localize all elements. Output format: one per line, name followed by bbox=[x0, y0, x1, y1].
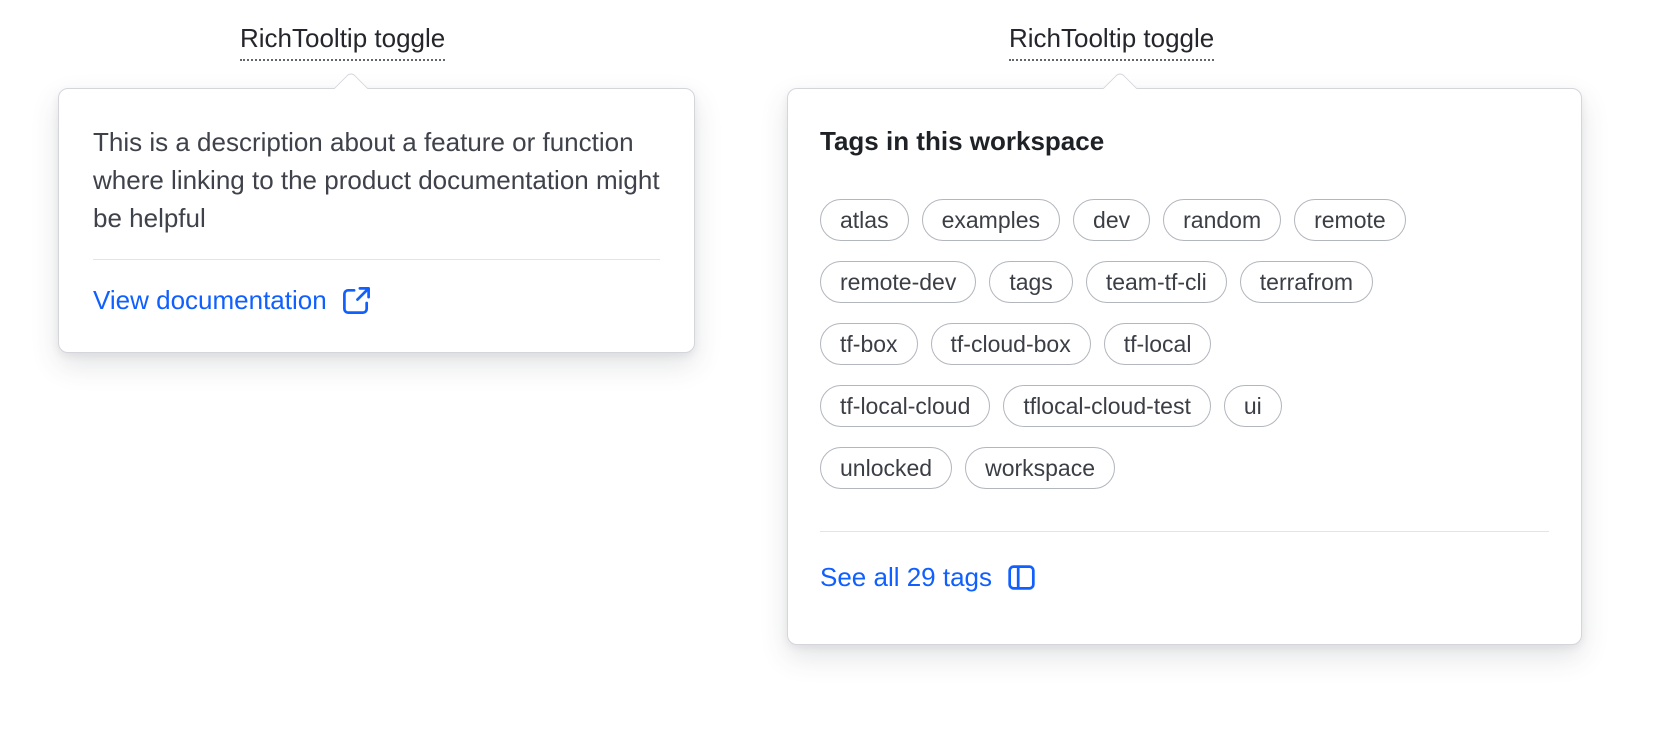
divider bbox=[93, 259, 660, 260]
tag-pill: tf-local-cloud bbox=[820, 385, 991, 427]
view-documentation-link[interactable]: View documentation bbox=[93, 282, 372, 318]
tag-pill: random bbox=[1163, 199, 1282, 241]
see-all-tags-link[interactable]: See all 29 tags bbox=[820, 559, 1037, 595]
tag-pill: tags bbox=[989, 261, 1073, 303]
tag-pill: terrafrom bbox=[1239, 261, 1374, 303]
tag-row: remote-dev tags team-tf-cli terrafrom bbox=[820, 261, 1549, 303]
tags-title: Tags in this workspace bbox=[820, 126, 1105, 156]
tag-pill: tf-local bbox=[1103, 323, 1212, 365]
see-all-tags-label: See all 29 tags bbox=[820, 562, 993, 592]
tag-pill: atlas bbox=[820, 199, 909, 241]
view-documentation-label: View documentation bbox=[93, 285, 327, 315]
tag-pill: examples bbox=[921, 199, 1061, 241]
richtooltip-toggle-left[interactable]: RichTooltip toggle bbox=[240, 22, 446, 61]
tag-pill: workspace bbox=[965, 447, 1116, 489]
tag-pill: ui bbox=[1223, 385, 1282, 427]
tooltip-arrow-left bbox=[334, 71, 368, 105]
tag-pill: remote-dev bbox=[820, 261, 977, 303]
tag-pill: team-tf-cli bbox=[1085, 261, 1227, 303]
tag-row: tf-box tf-cloud-box tf-local bbox=[820, 323, 1549, 365]
richtooltip-popover-right: Tags in this workspace atlas examples dev r… bbox=[787, 71, 1582, 645]
tag-pill: tf-cloud-box bbox=[930, 323, 1091, 365]
rich-tooltip-demo-page: RichTooltip toggle This is a description… bbox=[0, 0, 1672, 734]
richtooltip-popover-left: This is a description about a feature or… bbox=[58, 71, 695, 353]
tag-row: atlas examples dev random remote bbox=[820, 199, 1549, 241]
tag-list: atlas examples dev random remote remote-dev ta… bbox=[820, 199, 1549, 489]
tag-pill: dev bbox=[1073, 199, 1151, 241]
tag-row: tf-local-cloud tflocal-cloud-test ui bbox=[820, 385, 1549, 427]
external-link-icon bbox=[342, 286, 370, 314]
tag-pill: tflocal-cloud-test bbox=[1003, 385, 1211, 427]
richtooltip-toggle-right[interactable]: RichTooltip toggle bbox=[1009, 22, 1215, 61]
tag-row: unlocked workspace bbox=[820, 447, 1549, 489]
divider bbox=[820, 531, 1549, 532]
tag-pill: remote bbox=[1294, 199, 1406, 241]
tooltip-arrow-right bbox=[1103, 71, 1137, 105]
sidebar-icon bbox=[1008, 564, 1035, 590]
tag-pill: tf-box bbox=[820, 323, 918, 365]
tooltip-description: This is a description about a feature or… bbox=[93, 127, 660, 233]
tag-pill: unlocked bbox=[820, 447, 953, 489]
